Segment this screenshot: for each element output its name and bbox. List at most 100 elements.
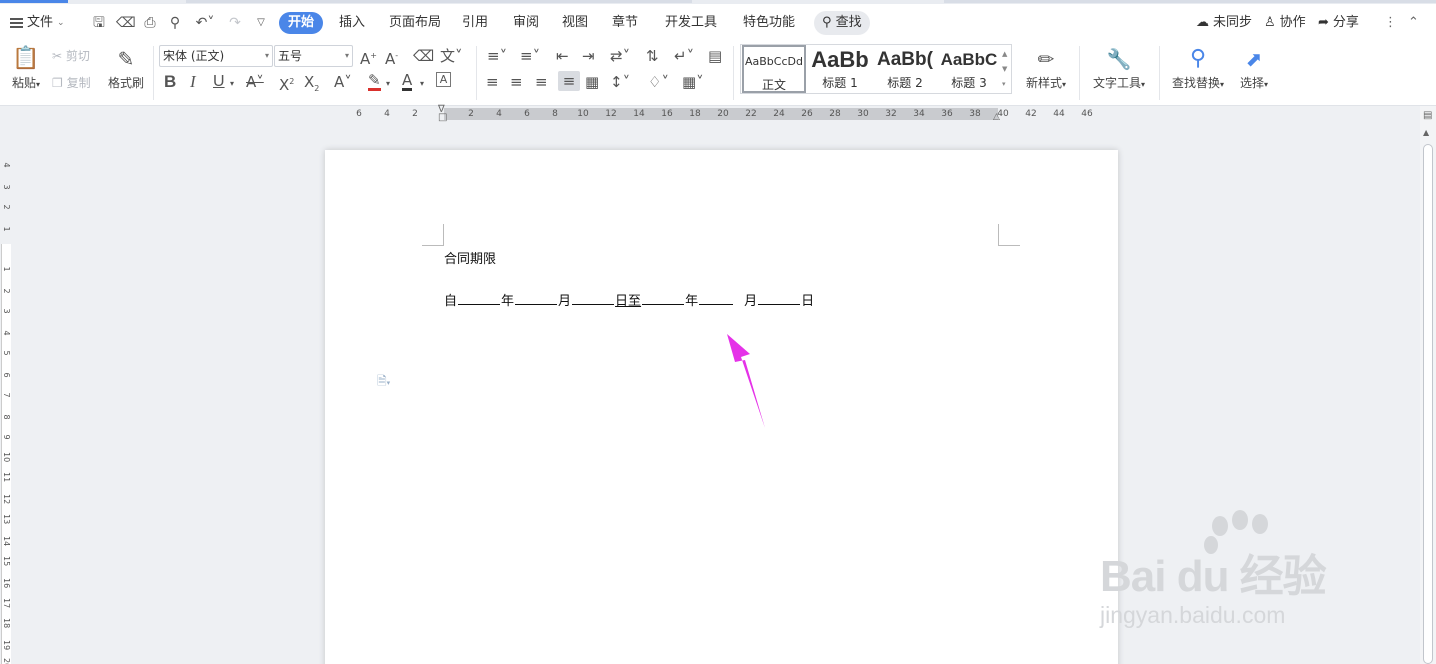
document-tab-strip[interactable] <box>186 0 692 3</box>
phonetic-guide-icon[interactable]: 文˅ <box>440 46 463 66</box>
ruler-tick-label: 34 <box>913 109 925 119</box>
font-name-select[interactable]: 宋体 (正文) ▾ <box>159 45 273 67</box>
line-spacing-icon[interactable]: ↕˅ <box>610 72 630 92</box>
scrollbar-thumb[interactable] <box>1423 144 1433 664</box>
tab-review[interactable]: 审阅 <box>513 13 539 33</box>
copy-button[interactable]: ❐ 复制 <box>52 74 91 91</box>
shading-icon[interactable]: ♢˅ <box>648 72 669 92</box>
decrease-indent-icon[interactable]: ⇤ <box>556 46 569 66</box>
doc-date-line[interactable]: 自 年 月 日至 年 月 日 <box>444 290 814 309</box>
format-painter-quick-icon[interactable]: ⌫ <box>116 14 136 32</box>
ruler-tick-label: 1 <box>2 266 11 272</box>
chinese-layout-icon[interactable]: ⇄˅ <box>610 46 630 66</box>
print-preview-icon[interactable]: ⚲ <box>166 14 184 32</box>
justify-icon[interactable]: ≡ <box>558 71 580 91</box>
increase-indent-icon[interactable]: ⇥ <box>582 46 595 66</box>
scroll-up-icon[interactable]: ▲ <box>1423 128 1429 137</box>
character-border-icon[interactable]: A <box>436 72 451 87</box>
doc-text: 年 <box>501 294 515 309</box>
distributed-align-icon[interactable]: ▦ <box>585 72 599 92</box>
ruler-tick-label: 15 <box>2 556 11 567</box>
doc-text: 日至 <box>615 294 642 309</box>
tab-insert[interactable]: 插入 <box>339 13 365 33</box>
font-color-icon[interactable]: A <box>402 72 413 91</box>
format-painter-label: 格式刷 <box>107 76 144 90</box>
align-center-icon[interactable]: ≡ <box>510 72 523 92</box>
subscript-icon[interactable]: X2 <box>304 72 319 99</box>
tab-ruler-icon[interactable]: ▤ <box>708 46 722 66</box>
tab-view[interactable]: 视图 <box>562 13 588 33</box>
select-button[interactable]: ⬈ 选择▾ <box>1236 44 1272 91</box>
tab-special-features[interactable]: 特色功能 <box>743 13 795 33</box>
search-button[interactable]: ⚲ 查找 <box>814 11 870 35</box>
paragraph-layout-icon[interactable]: 🗎▾ <box>377 372 390 393</box>
underline-dropdown-icon[interactable]: ▾ <box>230 74 234 94</box>
ruler-tick-label: 16 <box>661 109 673 119</box>
right-indent-marker-icon[interactable]: △ <box>993 112 1000 122</box>
sort-icon[interactable]: ⇅ <box>646 46 659 66</box>
superscript-icon[interactable]: X2 <box>279 72 294 95</box>
file-menu[interactable]: 文件 ⌄ <box>10 13 65 33</box>
text-effect-icon[interactable]: A˅ <box>334 72 352 92</box>
active-document-tab-indicator[interactable] <box>0 0 68 3</box>
print-icon[interactable]: ⎙ <box>141 14 159 32</box>
indent-marker-icon[interactable]: ∇ □ <box>438 105 450 123</box>
clear-format-icon[interactable]: ⌫ <box>413 46 434 66</box>
underline-button[interactable]: U <box>213 72 225 92</box>
horizontal-ruler[interactable]: 6 4 2 2 4 6 8 10 12 14 16 18 20 22 24 26 28 30 32 34 36 38 40 4… <box>0 105 1436 123</box>
font-color-dropdown-icon[interactable]: ▾ <box>420 74 424 94</box>
show-marks-icon[interactable]: ↵˅ <box>674 46 694 66</box>
align-right-icon[interactable]: ≡ <box>535 72 548 92</box>
collapse-ribbon-icon[interactable]: ⌃ <box>1408 13 1419 33</box>
doc-heading[interactable]: 合同期限 <box>444 248 496 267</box>
share-button[interactable]: ➦ 分享 <box>1318 13 1359 33</box>
paste-button[interactable]: 📋 粘贴▾ <box>8 44 44 91</box>
bold-button[interactable]: B <box>164 72 176 92</box>
ruler-tick-label: 6 <box>2 372 11 378</box>
shrink-font-icon[interactable]: A- <box>385 46 398 69</box>
style-heading-2[interactable]: AaBb( 标题 2 <box>873 45 937 93</box>
tab-home[interactable]: 开始 <box>279 12 324 34</box>
blank-underline <box>699 291 734 305</box>
save-icon[interactable]: 🖫 <box>90 14 108 32</box>
style-heading-3[interactable]: AaBbC 标题 3 <box>938 45 1000 93</box>
collaborate-button[interactable]: ♙ 协作 <box>1264 13 1306 33</box>
redo-icon[interactable]: ↷ <box>226 14 244 32</box>
doc-text: 年 <box>685 294 699 309</box>
font-size-select[interactable]: 五号 ▾ <box>274 45 353 67</box>
split-view-icon[interactable]: ▤ <box>1423 110 1432 121</box>
document-page[interactable]: 合同期限 自 年 月 日至 年 月 日 🗎▾ <box>325 150 1118 664</box>
tab-references[interactable]: 引用 <box>462 13 488 33</box>
text-tools-button[interactable]: 🔧 文字工具▾ <box>1090 44 1148 91</box>
cut-button[interactable]: ✂ 剪切 <box>52 47 90 64</box>
new-style-button[interactable]: ✏ 新样式▾ <box>1022 44 1070 91</box>
strikethrough-icon[interactable]: A˅ <box>246 72 264 92</box>
file-menu-label: 文件 <box>27 15 54 30</box>
highlight-dropdown-icon[interactable]: ▾ <box>386 74 390 94</box>
tab-page-layout[interactable]: 页面布局 <box>389 13 441 33</box>
styles-scroll[interactable]: ▲ ▼ ▾ <box>1002 47 1012 92</box>
style-heading-1[interactable]: AaBb 标题 1 <box>808 45 872 93</box>
quick-access-more-icon[interactable]: ▽ <box>252 14 270 32</box>
bullet-list-icon[interactable]: ≡˅ <box>487 46 507 66</box>
more-options-icon[interactable]: ⋮ <box>1384 13 1397 33</box>
ruler-tick-label: 11 <box>2 472 11 483</box>
vertical-ruler[interactable]: 4 3 2 1 1 2 3 4 5 6 7 8 9 10 11 12 13 14 15 16 17 18 19 20 <box>0 122 12 664</box>
vertical-scrollbar[interactable]: ▤ ▲ <box>1420 106 1436 664</box>
highlight-color-icon[interactable]: ✎ <box>368 72 381 91</box>
borders-icon[interactable]: ▦˅ <box>682 72 704 92</box>
italic-button[interactable]: I <box>190 72 196 92</box>
align-left-icon[interactable]: ≡ <box>486 72 499 92</box>
numbered-list-icon[interactable]: ≡˅ <box>520 46 540 66</box>
ruler-tick-label: 38 <box>969 109 981 119</box>
style-normal[interactable]: AaBbCcDd 正文 <box>742 45 806 93</box>
format-painter-button[interactable]: ✎ 格式刷 <box>106 44 146 91</box>
ruler-tick-label: 26 <box>801 109 813 119</box>
grow-font-icon[interactable]: A+ <box>360 46 377 69</box>
tab-developer[interactable]: 开发工具 <box>665 13 717 33</box>
undo-icon[interactable]: ↶˅ <box>192 14 218 32</box>
sync-status-button[interactable]: ☁ 未同步 <box>1196 13 1252 33</box>
document-tab-strip-right[interactable] <box>944 0 1436 3</box>
find-replace-button[interactable]: ⚲ 查找替换▾ <box>1169 44 1227 91</box>
tab-chapter[interactable]: 章节 <box>612 13 638 33</box>
